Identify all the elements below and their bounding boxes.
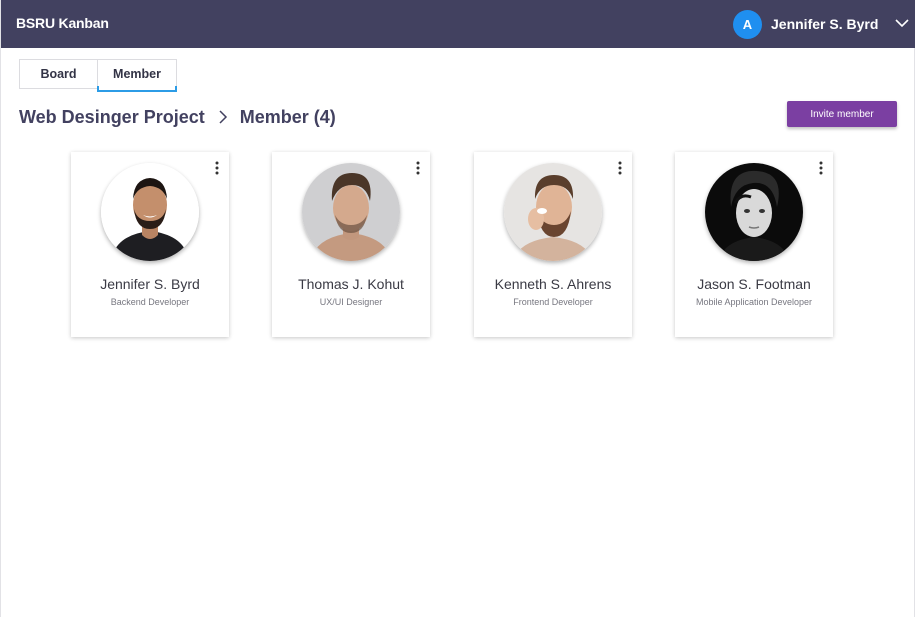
- top-bar: BSRU Kanban A Jennifer S. Byrd: [1, 0, 915, 48]
- member-card[interactable]: Kenneth S. Ahrens Frontend Developer: [474, 152, 632, 337]
- chevron-right-icon: [219, 110, 227, 124]
- app-window: BSRU Kanban A Jennifer S. Byrd Board Mem…: [0, 0, 915, 617]
- more-vert-icon[interactable]: [414, 160, 422, 176]
- member-card[interactable]: Jennifer S. Byrd Backend Developer: [71, 152, 229, 337]
- member-role: UX/UI Designer: [319, 297, 383, 307]
- member-photo: [302, 163, 400, 261]
- breadcrumb-project[interactable]: Web Desinger Project: [19, 107, 205, 128]
- breadcrumb-page: Member (4): [239, 106, 336, 127]
- member-role: Mobile Application Developer: [695, 297, 813, 307]
- tab-member[interactable]: Member: [97, 59, 177, 92]
- member-photo: [504, 163, 602, 261]
- more-vert-icon[interactable]: [213, 160, 221, 176]
- breadcrumb: Web Desinger Project Member (4): [19, 105, 336, 129]
- member-role: Backend Developer: [110, 297, 190, 307]
- user-name[interactable]: Jennifer S. Byrd: [771, 16, 878, 32]
- tab-board[interactable]: Board: [19, 59, 98, 89]
- member-card[interactable]: Thomas J. Kohut UX/UI Designer: [272, 152, 430, 337]
- chevron-down-icon[interactable]: [894, 15, 910, 31]
- member-photo: [101, 163, 199, 261]
- user-menu[interactable]: A Jennifer S. Byrd: [733, 9, 878, 39]
- member-name: Thomas J. Kohut: [298, 276, 404, 292]
- tab-bar: Board Member: [19, 59, 177, 92]
- avatar[interactable]: A: [733, 9, 762, 39]
- member-card[interactable]: Jason S. Footman Mobile Application Deve…: [675, 152, 833, 337]
- app-title[interactable]: BSRU Kanban: [16, 15, 109, 31]
- invite-member-button[interactable]: Invite member: [787, 101, 897, 127]
- member-name: Jennifer S. Byrd: [100, 276, 200, 292]
- more-vert-icon[interactable]: [817, 160, 825, 176]
- member-role: Frontend Developer: [513, 297, 593, 307]
- more-vert-icon[interactable]: [616, 160, 624, 176]
- member-name: Kenneth S. Ahrens: [494, 276, 612, 292]
- member-photo: [705, 163, 803, 261]
- member-name: Jason S. Footman: [697, 276, 811, 292]
